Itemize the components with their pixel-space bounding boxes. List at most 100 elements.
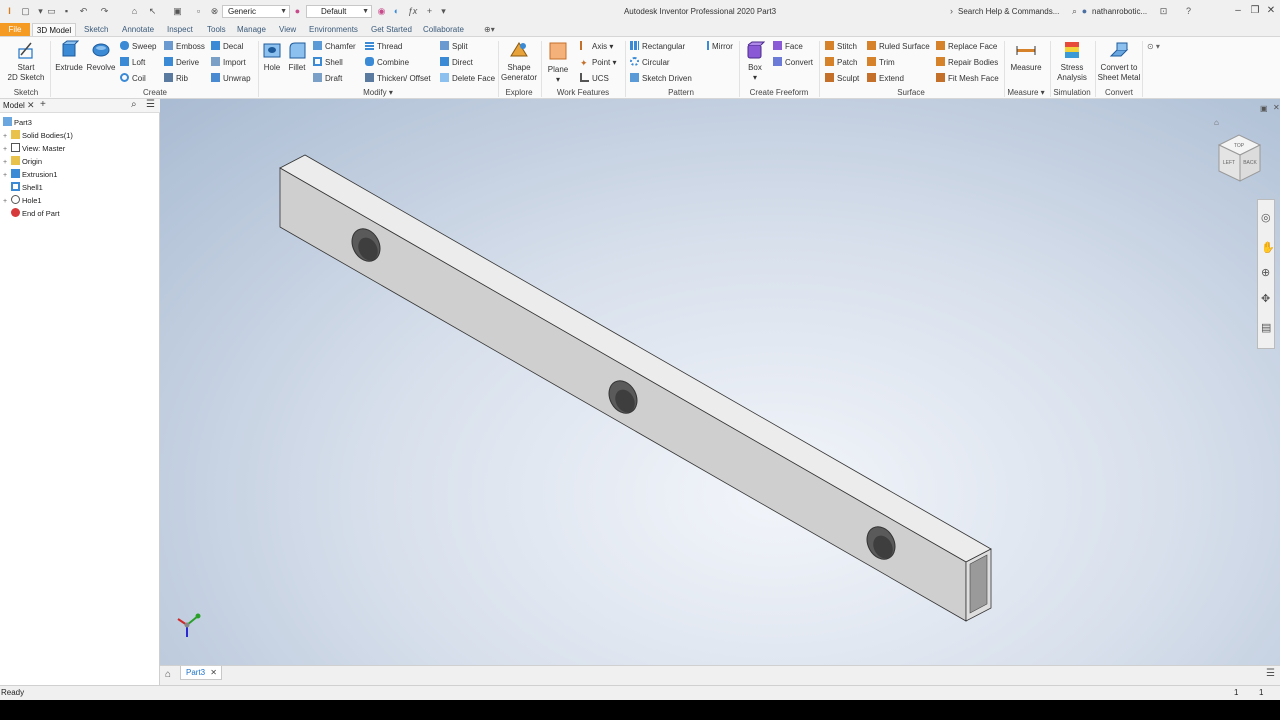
home-icon[interactable]: ⌂ <box>165 669 171 680</box>
tab-view[interactable]: View <box>279 23 296 36</box>
select-icon[interactable]: ↖ <box>147 6 158 17</box>
convert-to-sheet-metal-button[interactable]: Convert to Sheet Metal <box>1096 40 1142 83</box>
fillet-button[interactable]: Fillet <box>285 40 309 73</box>
rib-button[interactable]: Rib <box>164 73 188 85</box>
adjust-icon[interactable]: ◉ <box>376 6 387 17</box>
replace-face-button[interactable]: Replace Face <box>936 41 997 53</box>
save-icon[interactable]: ▪ <box>61 6 72 17</box>
look-at-icon[interactable]: ▤ <box>1261 321 1271 334</box>
measure-button[interactable]: Measure <box>1008 40 1044 73</box>
freeform-box-button[interactable]: Box ▾ <box>742 40 768 83</box>
viewcube[interactable]: TOP BACK LEFT <box>1215 131 1265 183</box>
tree-item-end-of-part[interactable]: End of Part <box>3 208 60 220</box>
axis-button[interactable]: Axis ▾ <box>580 41 613 53</box>
beam-top-face[interactable] <box>279 154 992 563</box>
import-button[interactable]: Import <box>211 57 246 69</box>
tab-options-icon[interactable]: ⊕▾ <box>484 23 495 36</box>
clear-icon[interactable]: ◐ <box>391 6 402 17</box>
graphics-window[interactable]: TOP BACK LEFT ⌂ ▣ ✕ ◎ ✋ ⊕ ✥ ▤ <box>160 99 1280 665</box>
ucs-button[interactable]: UCS <box>580 73 609 85</box>
patch-button[interactable]: Patch <box>825 57 857 69</box>
circular-pattern-button[interactable]: Circular <box>630 57 670 69</box>
tab-get-started[interactable]: Get Started <box>371 23 412 36</box>
minimize-button[interactable]: – <box>1231 4 1245 18</box>
search-input[interactable]: Search Help & Commands... <box>958 5 1080 19</box>
close-button[interactable]: ✕ <box>1264 4 1278 18</box>
fx-icon[interactable]: ƒx <box>407 6 418 17</box>
close-view-icon[interactable]: ✕ <box>1273 103 1280 112</box>
expand-icon[interactable]: + <box>3 157 11 169</box>
model-canvas[interactable] <box>160 99 1280 665</box>
tree-item-extrusion1[interactable]: + Extrusion1 <box>3 169 57 181</box>
thread-button[interactable]: Thread <box>365 41 402 53</box>
hole-button[interactable]: Hole <box>261 40 283 73</box>
stitch-button[interactable]: Stitch <box>825 41 857 53</box>
plane-button[interactable]: Plane ▾ <box>544 40 572 85</box>
chamfer-button[interactable]: Chamfer <box>313 41 356 53</box>
material-select[interactable]: Generic ▼ <box>222 5 290 18</box>
inventor-logo-icon[interactable]: I <box>4 6 15 17</box>
search-icon[interactable]: ⌕ <box>131 99 137 110</box>
thicken-offset-button[interactable]: Thicken/ Offset <box>365 73 431 85</box>
extend-button[interactable]: Extend <box>867 73 904 85</box>
shape-generator-button[interactable]: Shape Generator <box>500 40 538 83</box>
panel-measure[interactable]: Measure ▾ <box>1005 88 1047 97</box>
revolve-button[interactable]: Revolve <box>85 40 117 73</box>
point-button[interactable]: ✦ Point ▾ <box>580 57 616 69</box>
browser-tab-model[interactable]: Model <box>3 101 25 110</box>
shell-button[interactable]: Shell <box>313 57 343 69</box>
tab-inspect[interactable]: Inspect <box>167 23 193 36</box>
expand-icon[interactable]: + <box>3 170 11 182</box>
orbit-icon[interactable]: ✥ <box>1261 292 1270 305</box>
loft-button[interactable]: Loft <box>120 57 145 69</box>
direct-button[interactable]: Direct <box>440 57 473 69</box>
trim-button[interactable]: Trim <box>867 57 895 69</box>
search-expand-icon[interactable]: › <box>946 6 957 17</box>
emboss-button[interactable]: Emboss <box>164 41 205 53</box>
help-icon[interactable]: ? <box>1183 6 1194 17</box>
repair-bodies-button[interactable]: Repair Bodies <box>936 57 998 69</box>
zoom-icon[interactable]: ⊕ <box>1261 266 1270 279</box>
sculpt-button[interactable]: Sculpt <box>825 73 859 85</box>
tab-tools[interactable]: Tools <box>207 23 226 36</box>
cart-icon[interactable]: ⊡ <box>1158 6 1169 17</box>
expand-icon[interactable]: + <box>3 196 11 208</box>
add-icon[interactable]: + <box>40 99 46 110</box>
undo-icon[interactable]: ↶ <box>78 6 89 17</box>
new-dropdown-icon[interactable]: ▾ <box>35 6 46 17</box>
coil-button[interactable]: Coil <box>120 73 146 85</box>
tab-file[interactable]: File <box>0 23 30 36</box>
home-view-icon[interactable]: ⌂ <box>1214 118 1219 127</box>
combine-button[interactable]: Combine <box>365 57 409 69</box>
split-button[interactable]: Split <box>440 41 468 53</box>
stress-analysis-button[interactable]: Stress Analysis <box>1053 40 1091 83</box>
decal-button[interactable]: Decal <box>211 41 243 53</box>
tab-sketch[interactable]: Sketch <box>84 23 108 36</box>
update-icon[interactable]: ▣ <box>172 6 183 17</box>
sweep-button[interactable]: Sweep <box>120 41 156 53</box>
home-icon[interactable]: ⌂ <box>129 6 140 17</box>
customize-icon[interactable]: ▾ <box>438 6 449 17</box>
steering-wheel-icon[interactable]: ◎ <box>1261 211 1271 224</box>
maximize-button[interactable]: ❐ <box>1248 4 1262 18</box>
ribbon-options-icon[interactable]: ⊙ ▾ <box>1147 41 1160 53</box>
start-2d-sketch-button[interactable]: Start 2D Sketch <box>6 40 46 83</box>
tree-item-view-master[interactable]: + View: Master <box>3 143 65 155</box>
panel-modify[interactable]: Modify ▾ <box>261 88 495 97</box>
sketch-driven-pattern-button[interactable]: Sketch Driven <box>630 73 692 85</box>
tree-item-hole1[interactable]: + Hole1 <box>3 195 42 207</box>
derive-button[interactable]: Derive <box>164 57 199 69</box>
user-menu[interactable]: nathanrobotic... <box>1092 5 1147 19</box>
tab-collaborate[interactable]: Collaborate <box>423 23 464 36</box>
tree-item-shell1[interactable]: Shell1 <box>3 182 43 194</box>
appearance-select[interactable]: Default ▼ <box>306 5 372 18</box>
expand-icon[interactable]: + <box>3 131 11 143</box>
rectangular-pattern-button[interactable]: Rectangular <box>630 41 685 53</box>
tree-item-part[interactable]: Part3 <box>3 117 32 129</box>
tab-annotate[interactable]: Annotate <box>122 23 154 36</box>
fit-mesh-face-button[interactable]: Fit Mesh Face <box>936 73 999 85</box>
draft-button[interactable]: Draft <box>313 73 342 85</box>
tree-item-solid-bodies[interactable]: + Solid Bodies(1) <box>3 130 73 142</box>
mirror-button[interactable]: Mirror <box>700 41 733 53</box>
delete-face-button[interactable]: Delete Face <box>440 73 495 85</box>
